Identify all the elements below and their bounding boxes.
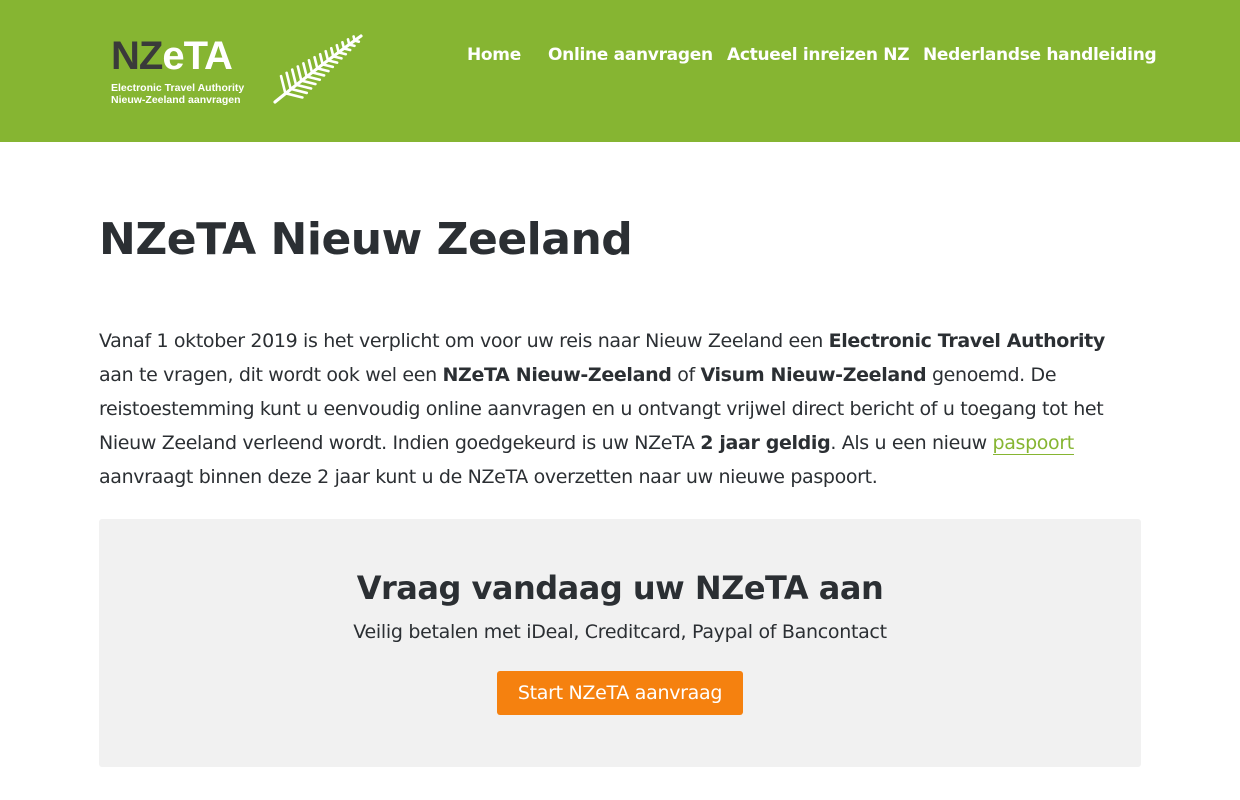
intro-bold-visum: Visum Nieuw-Zeeland xyxy=(700,364,927,386)
intro-text: . Als u een nieuw xyxy=(830,432,993,454)
intro-text: Vanaf 1 oktober 2019 is het verplicht om… xyxy=(99,330,829,352)
nav-online-aanvragen[interactable]: Online aanvragen xyxy=(548,45,713,65)
page-title: NZeTA Nieuw Zeeland xyxy=(99,214,633,265)
nav-home[interactable]: Home xyxy=(467,45,521,65)
intro-paragraph: Vanaf 1 oktober 2019 is het verplicht om… xyxy=(99,324,1141,494)
intro-text: aanvraagt binnen deze 2 jaar kunt u de N… xyxy=(99,466,878,488)
intro-text: of xyxy=(671,364,701,386)
nav-actueel-inreizen[interactable]: Actueel inreizen NZ xyxy=(727,45,910,65)
site-header: NZeTA Electronic Travel Authority Nieuw-… xyxy=(0,0,1240,142)
intro-bold-eta: Electronic Travel Authority xyxy=(828,330,1106,352)
intro-bold-nzeta: NZeTA Nieuw-Zeeland xyxy=(442,364,672,386)
intro-text: aan te vragen, dit wordt ook wel een xyxy=(99,364,443,386)
cta-box: Vraag vandaag uw NZeTA aan Veilig betale… xyxy=(99,519,1141,767)
paspoort-link[interactable]: paspoort xyxy=(992,432,1074,455)
cta-title: Vraag vandaag uw NZeTA aan xyxy=(356,569,884,607)
cta-payment-note: Veilig betalen met iDeal, Creditcard, Pa… xyxy=(353,621,887,643)
nav-nederlandse-handleiding[interactable]: Nederlandse handleiding xyxy=(923,45,1157,65)
intro-bold-validity: 2 jaar geldig xyxy=(700,432,831,454)
logo-tagline-1: Electronic Travel Authority xyxy=(111,82,245,94)
logo-tagline-2: Nieuw-Zeeland aanvragen xyxy=(111,94,241,106)
main-nav: Home Online aanvragen Actueel inreizen N… xyxy=(0,45,1240,69)
start-nzeta-button[interactable]: Start NZeTA aanvraag xyxy=(497,671,743,715)
